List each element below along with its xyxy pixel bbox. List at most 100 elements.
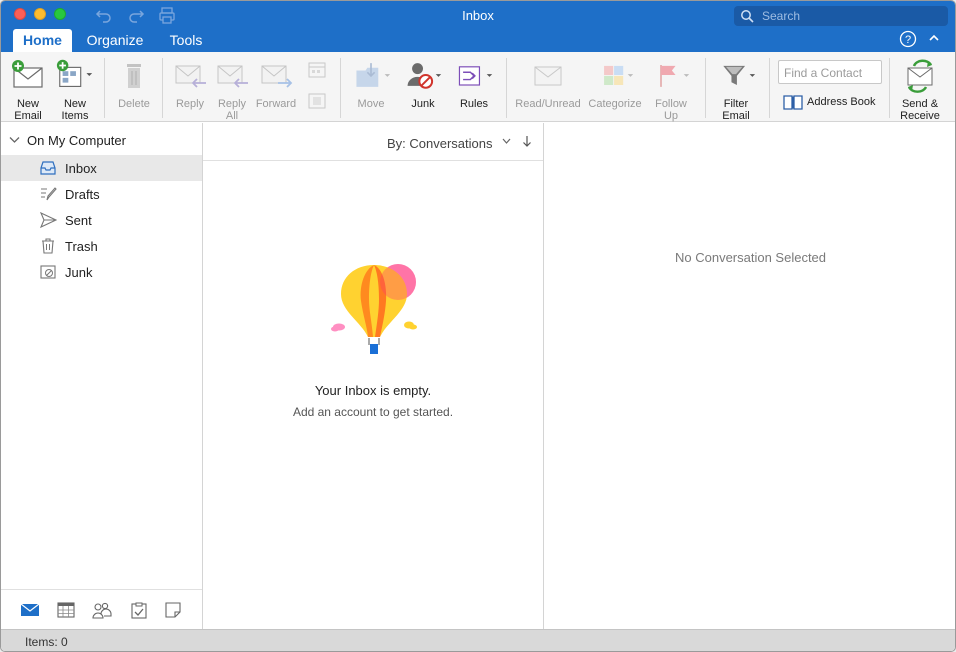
find-contact-input[interactable]: Find a Contact [778, 60, 882, 84]
tab-organize[interactable]: Organize [81, 29, 149, 52]
svg-text:?: ? [905, 34, 911, 46]
junk-person-icon [407, 63, 442, 89]
new-email-button[interactable]: New Email [8, 56, 48, 122]
new-items-label-2: Items [61, 110, 89, 122]
forward-label: Forward [255, 98, 297, 110]
new-email-icon [12, 60, 43, 88]
filter-email-label-1: Filter [723, 98, 749, 110]
module-switcher [1, 589, 202, 629]
reply-button[interactable]: Reply [169, 56, 211, 110]
categorize-button[interactable]: Categorize [586, 56, 644, 110]
filter-email-button[interactable]: Filter Email [714, 56, 758, 122]
filter-funnel-icon [723, 65, 756, 85]
message-list: By: Conversations Your Inbox is empty. A… [203, 123, 544, 629]
read-unread-button[interactable]: Read/Unread [515, 56, 581, 110]
envelope-icon [534, 66, 562, 86]
folder-label: Junk [65, 265, 93, 280]
reply-all-label-2: All [225, 110, 239, 122]
empty-inbox-title: Your Inbox is empty. [314, 383, 432, 398]
ribbon-separator [889, 58, 890, 118]
follow-up-button[interactable]: Follow Up [649, 56, 693, 122]
forward-icon [261, 65, 293, 88]
junk-label: Junk [411, 98, 435, 110]
send-receive-label-1: Send & [901, 98, 939, 110]
categorize-icon [604, 65, 634, 85]
reply-all-label-1: Reply [217, 98, 247, 110]
ribbon: New Email New Items Delete Reply Reply A… [1, 52, 955, 122]
move-label: Move [357, 98, 385, 110]
folder-sent[interactable]: Sent [1, 207, 202, 233]
ribbon-separator [769, 58, 770, 118]
search-field[interactable]: Search [734, 6, 948, 26]
no-conversation-text: No Conversation Selected [674, 250, 827, 265]
address-book-icon [783, 95, 803, 110]
filter-email-label-2: Email [722, 110, 750, 122]
item-count: Items: 0 [25, 635, 68, 649]
sort-by-dropdown[interactable]: By: Conversations [387, 136, 493, 151]
ribbon-separator [506, 58, 507, 118]
rules-label: Rules [459, 98, 489, 110]
trash-icon [42, 238, 54, 254]
delete-button[interactable]: Delete [114, 56, 154, 110]
ribbon-separator [340, 58, 341, 118]
send-receive-button[interactable]: Send & Receive [897, 56, 943, 122]
attachment-icon[interactable] [306, 91, 328, 111]
people-icon[interactable] [92, 602, 112, 619]
account-group[interactable]: On My Computer [1, 132, 202, 150]
ribbon-separator [705, 58, 706, 118]
account-name: On My Computer [27, 133, 126, 148]
folder-trash[interactable]: Trash [1, 233, 202, 259]
reply-all-icon [217, 65, 248, 88]
new-items-icon [56, 59, 93, 87]
sort-order-arrow-icon[interactable] [522, 135, 532, 147]
meeting-icon[interactable] [306, 60, 328, 80]
calendar-icon[interactable] [57, 602, 75, 618]
tab-tools[interactable]: Tools [163, 29, 209, 52]
outlook-window: Inbox Search Home Organize Tools ? New E… [0, 0, 956, 652]
move-button[interactable]: Move [349, 56, 393, 110]
help-icon[interactable]: ? [899, 30, 917, 48]
folder-junk[interactable]: Junk [1, 259, 202, 285]
send-receive-label-2: Receive [900, 110, 940, 122]
address-book-button[interactable]: Address Book [783, 94, 875, 113]
flag-icon [660, 65, 690, 87]
reply-label: Reply [175, 98, 205, 110]
status-bar: Items: 0 [1, 629, 955, 651]
read-unread-label: Read/Unread [515, 98, 581, 110]
chevron-down-icon[interactable] [502, 138, 511, 144]
follow-up-label-2: Up [663, 110, 679, 122]
junk-button[interactable]: Junk [401, 56, 445, 110]
hot-air-balloon-illustration [331, 264, 417, 354]
sort-bar: By: Conversations [203, 123, 543, 161]
delete-label: Delete [118, 98, 150, 110]
tab-home[interactable]: Home [13, 29, 72, 52]
folder-pane: On My Computer Inbox Drafts Sent Trash J… [1, 123, 203, 629]
send-receive-icon [907, 59, 933, 93]
inbox-icon [40, 161, 56, 175]
collapse-ribbon-icon[interactable] [928, 33, 940, 43]
tasks-icon[interactable] [131, 602, 147, 619]
folder-label: Inbox [65, 161, 97, 176]
folder-drafts[interactable]: Drafts [1, 181, 202, 207]
new-items-label-1: New [63, 98, 86, 110]
new-items-button[interactable]: New Items [54, 56, 96, 122]
mail-icon[interactable] [20, 602, 40, 618]
drafts-icon [41, 187, 57, 201]
folder-inbox[interactable]: Inbox [1, 155, 202, 181]
follow-up-label-1: Follow [655, 98, 687, 110]
reply-all-button[interactable]: Reply All [211, 56, 253, 122]
reply-icon [175, 65, 206, 88]
folder-label: Trash [65, 239, 98, 254]
forward-button[interactable]: Forward [255, 56, 297, 110]
rules-button[interactable]: Rules [452, 56, 496, 110]
move-folder-icon [356, 63, 391, 87]
folder-label: Sent [65, 213, 92, 228]
notes-icon[interactable] [165, 602, 181, 618]
search-placeholder: Search [762, 9, 801, 23]
chevron-down-icon[interactable] [9, 136, 20, 144]
new-email-label-2: Email [14, 110, 42, 122]
search-icon [741, 10, 754, 23]
rules-icon [458, 66, 493, 86]
trash-icon [127, 64, 141, 88]
ribbon-separator [162, 58, 163, 118]
